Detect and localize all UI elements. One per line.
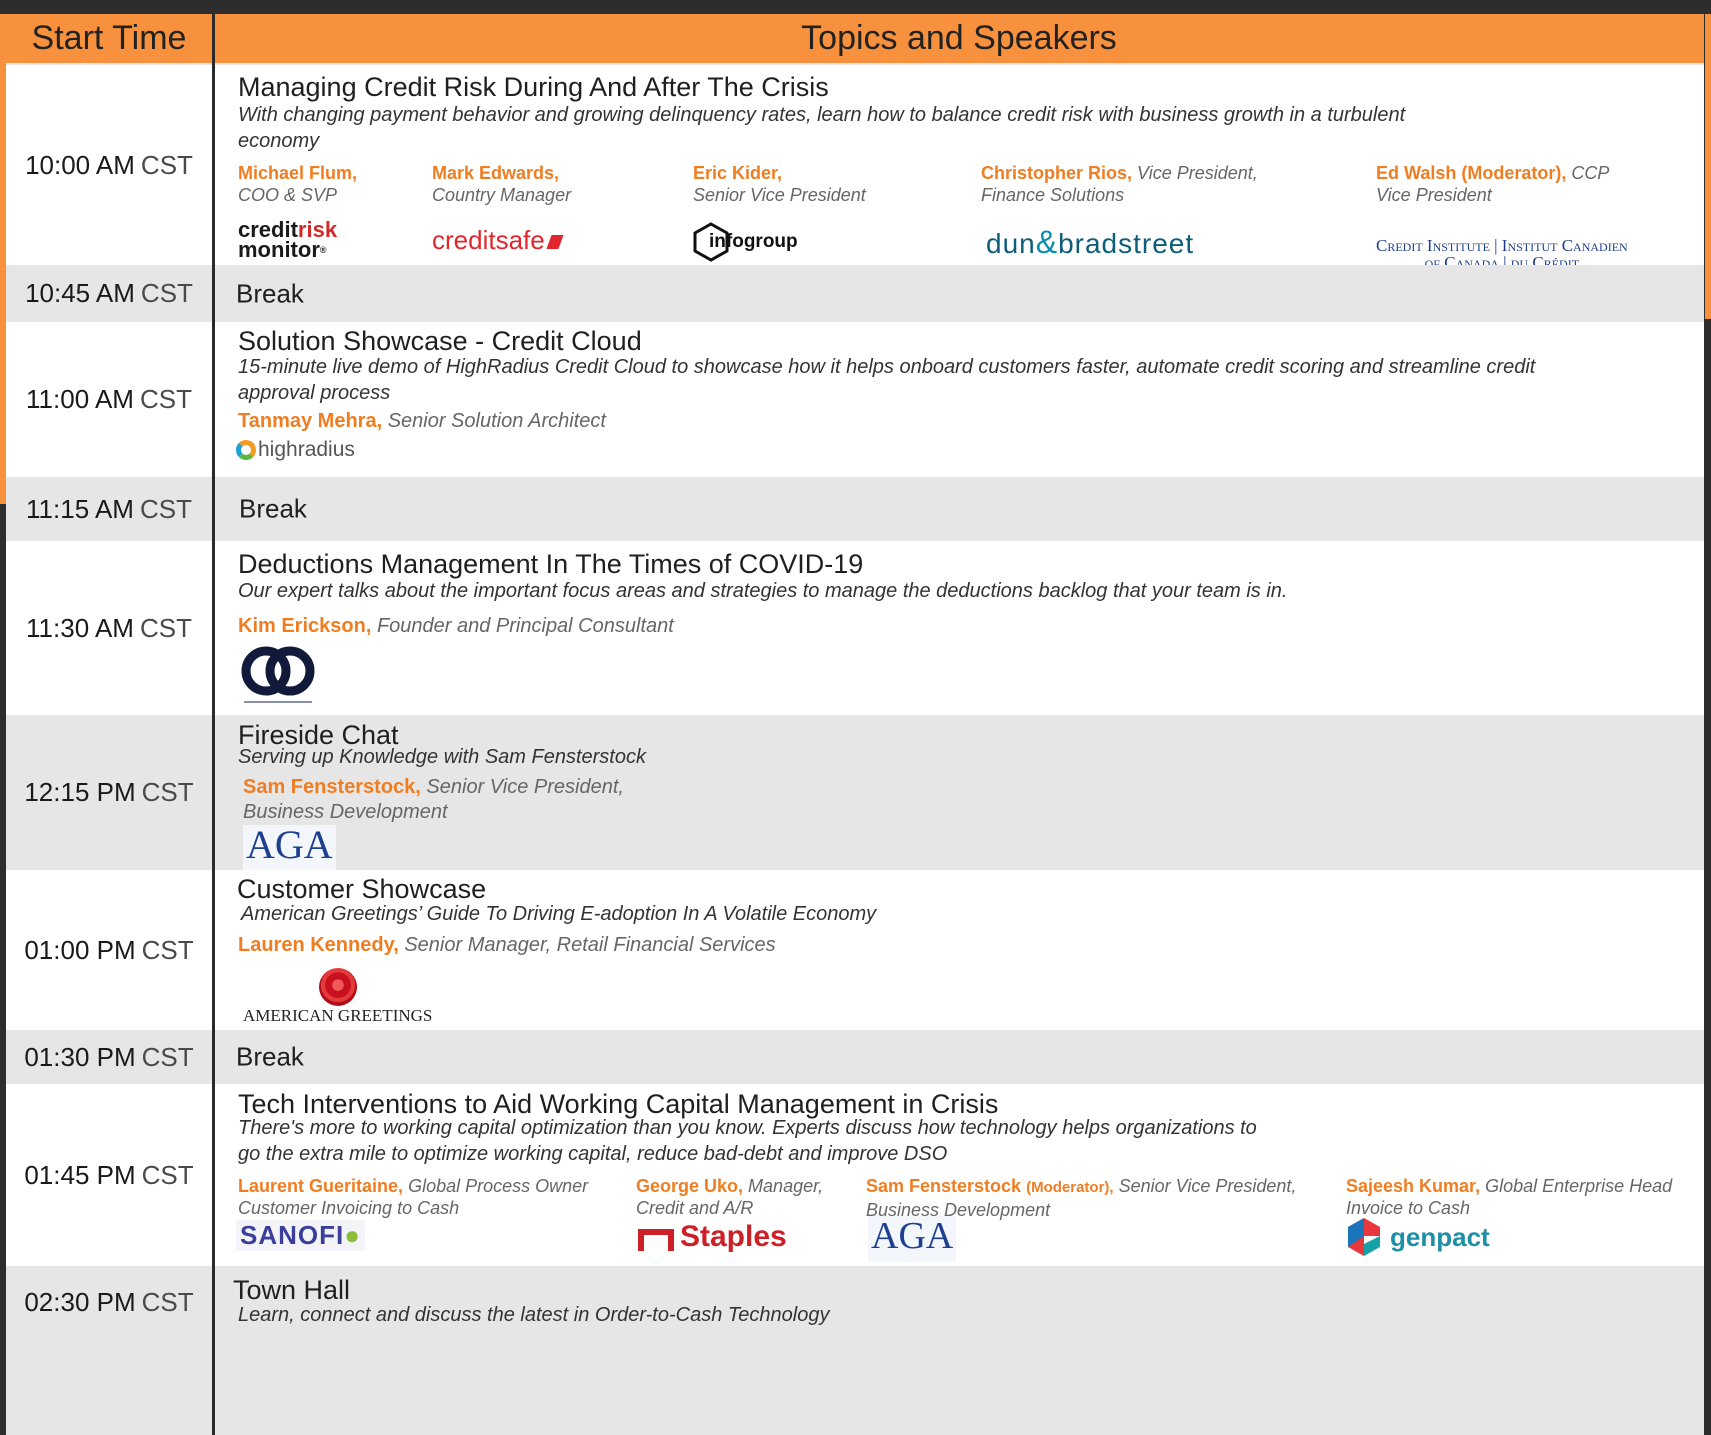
speaker: Sajeesh Kumar, Global Enterprise Head Inv…: [1346, 1176, 1673, 1218]
start-time: 01:45 PM CST: [24, 1159, 194, 1190]
creditsafe-logo: creditsafe: [432, 225, 564, 256]
session-content: Managing Credit Risk During And After Th…: [232, 65, 1694, 271]
break-row: 01:30 PM CST Break: [6, 1030, 1704, 1084]
session-row: 01:45 PM CST Tech Interventions to Aid Wo…: [6, 1084, 1704, 1266]
session-row: 11:30 AM CST Deductions Management In The…: [6, 541, 1704, 715]
speaker: Sam Fensterstock, Senior Vice President,…: [243, 776, 624, 823]
erickson-consulting-logo: [241, 646, 315, 703]
start-time: 12:15 PM CST: [24, 777, 194, 807]
start-time: 11:00 AM CST: [26, 384, 192, 414]
start-time: 02:30 PM CST: [24, 1286, 194, 1317]
column-divider: [212, 14, 215, 1435]
session-content: Deductions Management In The Times of CO…: [232, 541, 1694, 715]
table-header: Start Time Topics and Speakers: [6, 14, 1704, 65]
session-description: Our expert talks about the important foc…: [238, 580, 1288, 602]
session-content: Break: [232, 1030, 1694, 1084]
start-time: 01:00 PM CST: [24, 934, 194, 965]
session-description: American Greetings’ Guide To Driving E-a…: [241, 903, 877, 925]
speaker: Kim Erickson, Founder and Principal Cons…: [238, 615, 674, 637]
speaker: Christopher Rios, Vice President, Finance…: [981, 163, 1258, 205]
top-bar: [0, 0, 1711, 14]
session-content: Break: [232, 477, 1694, 541]
genpact-logo: genpact: [1346, 1216, 1490, 1258]
break-label: Break: [236, 278, 304, 308]
start-time: 01:30 PM CST: [24, 1041, 194, 1072]
session-row: 12:15 PM CST Fireside Chat Serving up Kno…: [6, 715, 1704, 871]
speaker: Tanmay Mehra, Senior Solution Architect: [238, 410, 606, 432]
creditriskmonitor-logo: creditrisk monitor®: [238, 217, 338, 262]
start-time: 11:30 AM CST: [26, 612, 192, 643]
start-time: 11:15 AM CST: [26, 493, 192, 524]
session-row: 01:00 PM CST Customer Showcase American G…: [6, 870, 1704, 1030]
aga-logo: AGA: [868, 1216, 957, 1262]
session-description: Serving up Knowledge with Sam Fenstersto…: [238, 746, 646, 768]
speaker: Ed Walsh (Moderator), CCP Vice President: [1376, 163, 1610, 205]
column-header-start-time: Start Time: [31, 19, 187, 57]
highradius-ring-icon: [236, 440, 256, 460]
session-content: Solution Showcase - Credit Cloud 15-minu…: [232, 322, 1694, 477]
break-row: 11:15 AM CST Break: [6, 477, 1704, 541]
speaker: Lauren Kennedy, Senior Manager, Retail F…: [238, 934, 776, 956]
session-title: Deductions Management In The Times of CO…: [238, 549, 864, 579]
genpact-mark-icon: [1348, 1218, 1380, 1256]
rose-icon: [318, 968, 357, 1006]
column-header-topics: Topics and Speakers: [801, 19, 1117, 57]
session-title: Managing Credit Risk During And After Th…: [238, 72, 829, 102]
session-content: Customer Showcase American Greetings’ Gu…: [232, 870, 1694, 1030]
session-content: Fireside Chat Serving up Knowledge with …: [232, 715, 1694, 871]
session-row: 10:00 AM CST Managing Credit Risk During …: [6, 65, 1704, 271]
session-content: Tech Interventions to Aid Working Capita…: [232, 1084, 1694, 1266]
session-content: Town Hall Learn, connect and discuss the…: [232, 1266, 1694, 1435]
session-description: There's more to working capital optimiza…: [238, 1117, 1257, 1165]
speaker: Michael Flum, COO & SVP: [238, 163, 358, 205]
session-row: 02:30 PM CST Town Hall Learn, connect and…: [6, 1266, 1704, 1435]
break-label: Break: [236, 1041, 304, 1072]
highradius-logo: highradius: [236, 438, 355, 462]
speaker: George Uko, Manager, Credit and A/R: [636, 1176, 824, 1218]
session-description: Learn, connect and discuss the latest in…: [238, 1304, 830, 1326]
break-row: 10:45 AM CST Break: [6, 265, 1704, 322]
sanofi-logo: SANOFI●: [236, 1220, 365, 1251]
session-row: 11:00 AM CST Solution Showcase - Credit C…: [6, 322, 1704, 477]
dun-bradstreet-logo: dun&bradstreet: [986, 224, 1195, 260]
agenda-table: Start Time Topics and Speakers 10:00 AM C…: [6, 14, 1704, 1435]
start-time: 10:00 AM CST: [25, 149, 193, 180]
accent-strip-right: [1705, 14, 1711, 319]
start-time: 10:45 AM CST: [25, 278, 193, 308]
infogroup-logo: infogroup: [693, 222, 798, 262]
break-label: Break: [239, 493, 307, 524]
speaker: Laurent Gueritaine, Global Process Owner…: [238, 1176, 589, 1218]
session-title: Solution Showcase - Credit Cloud: [238, 326, 642, 356]
staples-logo: Staples: [638, 1220, 787, 1254]
speaker: Eric Kider, Senior Vice President: [693, 163, 866, 205]
aga-logo: AGA: [243, 825, 336, 871]
session-content: Break: [232, 265, 1694, 322]
session-description: 15-minute live demo of HighRadius Credit…: [238, 356, 1536, 404]
american-greetings-logo: AMERICAN GREETINGS: [243, 968, 432, 1026]
staples-bracket-icon: [638, 1229, 674, 1251]
session-description: With changing payment behavior and growi…: [238, 104, 1406, 152]
speaker: Mark Edwards, Country Manager: [432, 163, 572, 205]
